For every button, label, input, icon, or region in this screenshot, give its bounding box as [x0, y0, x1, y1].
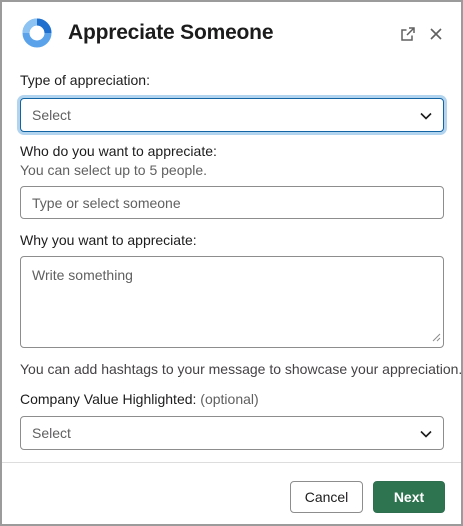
external-link-icon[interactable] — [396, 22, 420, 46]
company-value-label-text: Company Value Highlighted: — [20, 391, 197, 407]
footer-divider — [2, 462, 461, 463]
appreciate-dialog: Appreciate Someone Type of appreciation:… — [0, 0, 463, 526]
chevron-down-icon — [419, 427, 433, 444]
recipients-hint: You can select up to 5 people. — [20, 162, 208, 178]
hashtag-hint: You can add hashtags to your message to … — [20, 361, 463, 377]
chevron-down-icon — [419, 109, 433, 126]
ring-logo-icon — [22, 18, 52, 48]
company-value-select[interactable]: Select — [20, 416, 444, 450]
company-value-value: Select — [32, 425, 71, 441]
reason-label: Why you want to appreciate: — [20, 232, 197, 248]
company-value-label: Company Value Highlighted: (optional) — [20, 391, 259, 407]
next-button[interactable]: Next — [373, 481, 445, 513]
reason-placeholder: Write something — [32, 267, 133, 283]
cancel-button[interactable]: Cancel — [290, 481, 363, 513]
recipients-input[interactable]: Type or select someone — [20, 186, 444, 219]
appreciation-type-value: Select — [32, 107, 71, 123]
appreciation-type-select[interactable]: Select — [20, 98, 444, 132]
dialog-title: Appreciate Someone — [68, 21, 274, 44]
resize-grip-icon[interactable] — [432, 329, 441, 345]
dialog-header: Appreciate Someone — [2, 2, 461, 64]
optional-tag: (optional) — [200, 391, 259, 407]
recipients-placeholder: Type or select someone — [32, 194, 181, 211]
close-icon[interactable] — [424, 22, 448, 46]
appreciation-type-label: Type of appreciation: — [20, 72, 150, 88]
recipients-label: Who do you want to appreciate: — [20, 143, 217, 159]
reason-textarea[interactable]: Write something — [20, 256, 444, 348]
